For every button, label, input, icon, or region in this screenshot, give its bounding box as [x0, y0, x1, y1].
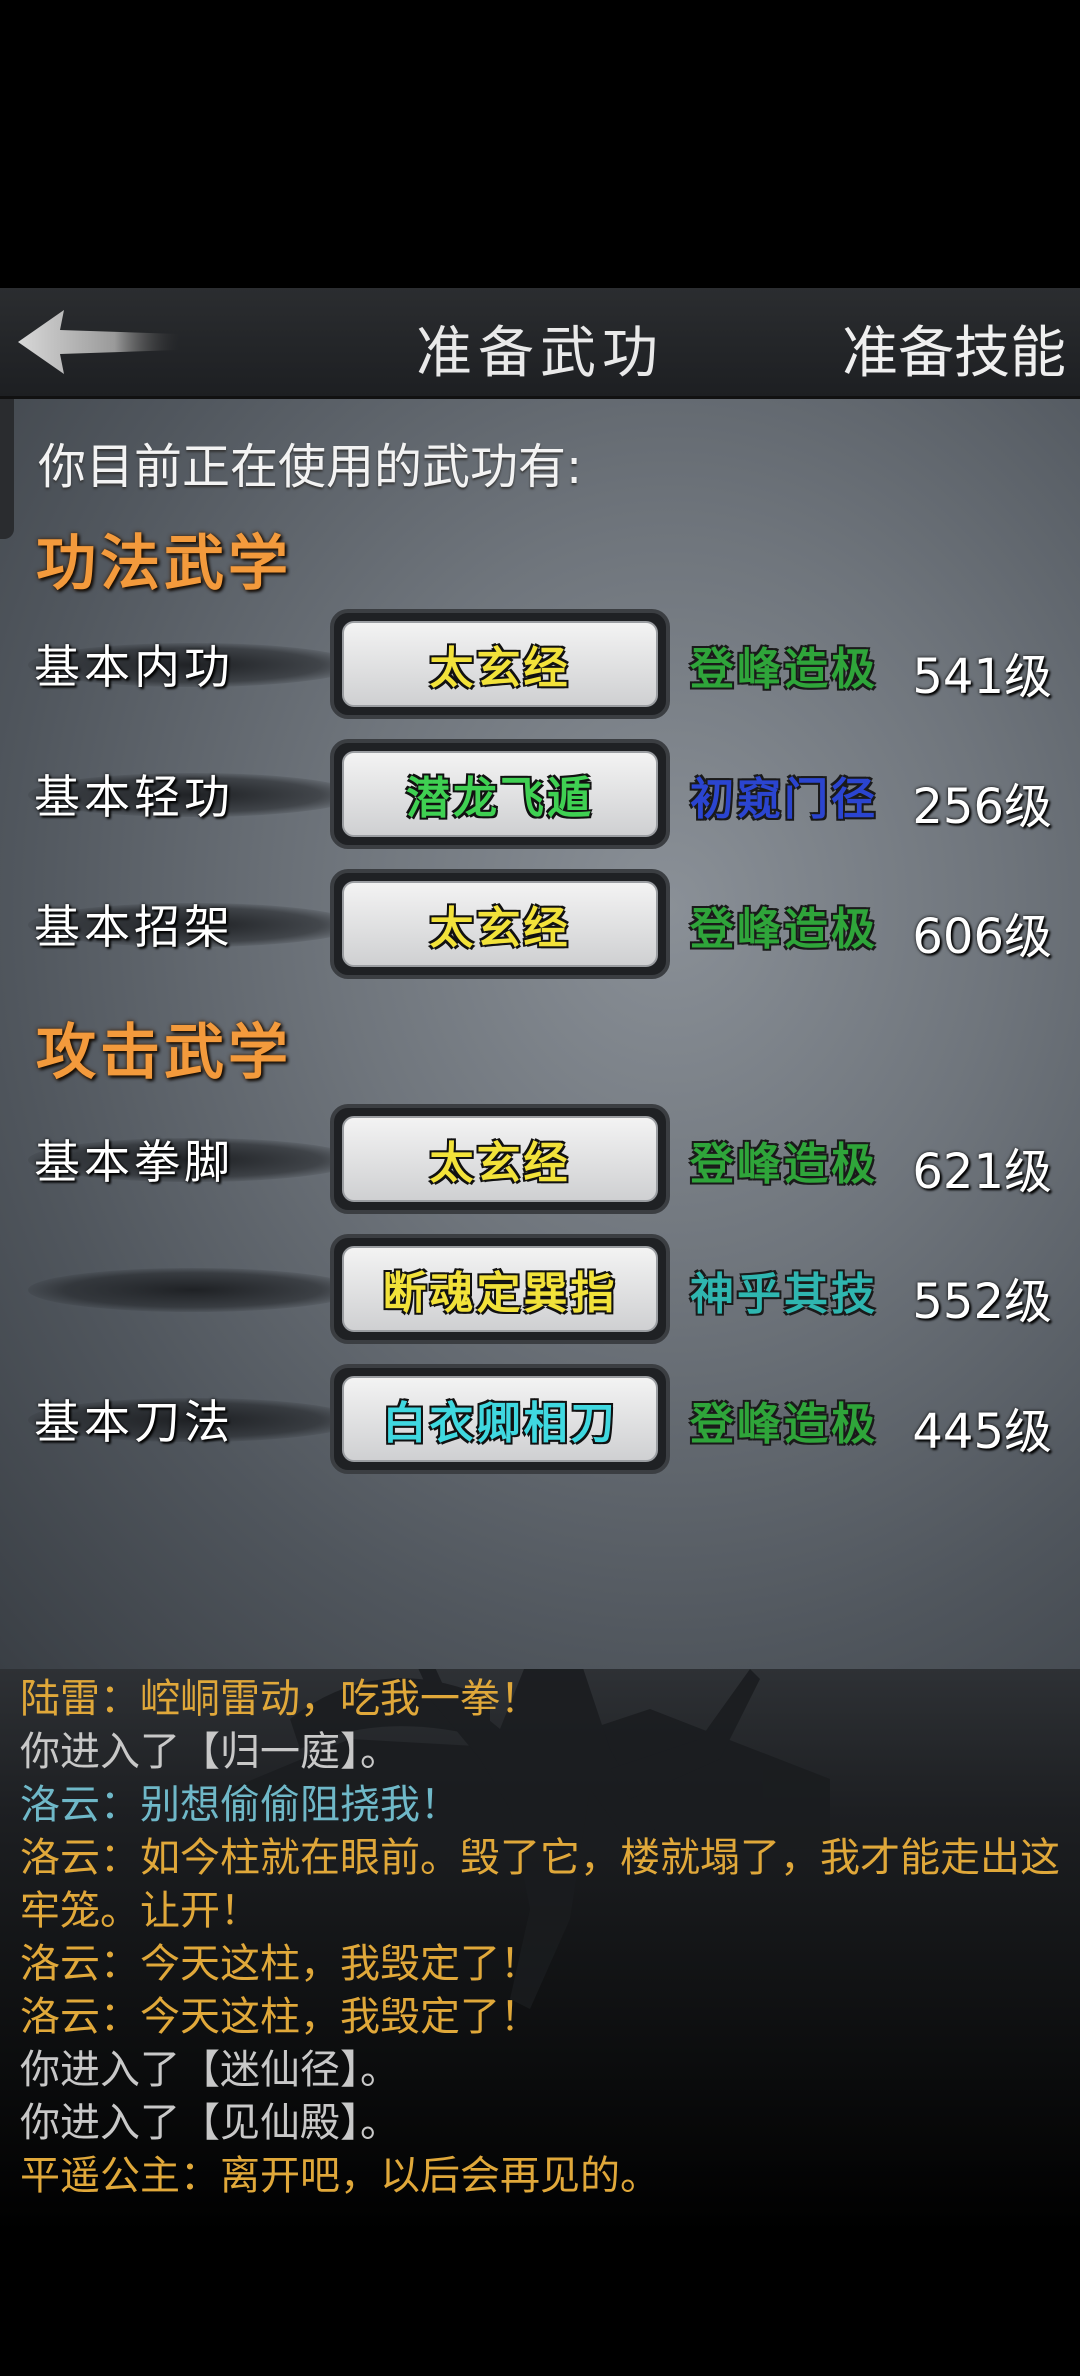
mastery-level: 神乎其技: [690, 1269, 878, 1320]
log-line: 陆雷：崆峒雷动，吃我一拳！: [20, 1676, 540, 1722]
mastery-level: 登峰造极: [690, 1139, 878, 1190]
mastery-level: 登峰造极: [690, 1399, 878, 1450]
skill-button-face: 断魂定巽指: [342, 1246, 658, 1332]
ink-brush-stroke: [28, 1268, 358, 1312]
skill-select-button[interactable]: 太玄经: [330, 1104, 670, 1214]
prepare-skills-button[interactable]: 准备技能: [842, 308, 1066, 389]
skill-level-number: 552级: [912, 1274, 1052, 1330]
log-line: 你进入了【迷仙径】。: [20, 2047, 400, 2093]
skill-select-button[interactable]: 太玄经: [330, 869, 670, 979]
skill-name: 太玄经: [429, 1138, 571, 1189]
log-line: 洛云：别想偷偷阻挠我！: [20, 1782, 460, 1828]
header-bar: 准备武功 准备技能: [0, 288, 1080, 399]
section-title-attack: 攻击武学: [36, 1018, 292, 1088]
skill-row: 基本刀法 白衣卿相刀 登峰造极 445级: [0, 1364, 1080, 1474]
status-bar-area: [0, 0, 1080, 288]
skill-level-number: 445级: [912, 1404, 1052, 1460]
skill-row: 基本内功 太玄经 登峰造极 541级: [0, 609, 1080, 719]
skill-select-button[interactable]: 太玄经: [330, 609, 670, 719]
slot-name: 基本招架: [34, 900, 234, 954]
mastery-level: 登峰造极: [690, 644, 878, 695]
skill-button-face: 太玄经: [342, 1116, 658, 1202]
skill-name: 潜龙飞遁: [406, 773, 594, 824]
skill-button-face: 太玄经: [342, 881, 658, 967]
skill-button-face: 潜龙飞遁: [342, 751, 658, 837]
slot-name: 基本拳脚: [34, 1135, 234, 1189]
skill-row: 基本拳脚 太玄经 登峰造极 621级: [0, 1104, 1080, 1214]
skill-select-button[interactable]: 断魂定巽指: [330, 1234, 670, 1344]
log-line: 洛云：如今柱就在眼前。毁了它，楼就塌了，我才能走出这牢笼。让开！: [20, 1835, 1060, 1934]
slot-name: 基本内功: [34, 640, 234, 694]
skill-button-face: 白衣卿相刀: [342, 1376, 658, 1462]
skill-name: 白衣卿相刀: [382, 1398, 618, 1449]
message-log[interactable]: 陆雷：崆峒雷动，吃我一拳！ 你进入了【归一庭】。 洛云：别想偷偷阻挠我！ 洛云：…: [0, 1669, 1080, 2376]
skill-level-number: 606级: [912, 909, 1052, 965]
skill-name: 太玄经: [429, 643, 571, 694]
skill-name: 太玄经: [429, 903, 571, 954]
skill-button-face: 太玄经: [342, 621, 658, 707]
log-lines: 陆雷：崆峒雷动，吃我一拳！ 你进入了【归一庭】。 洛云：别想偷偷阻挠我！ 洛云：…: [0, 1669, 1080, 2203]
log-line: 洛云：今天这柱，我毁定了！: [20, 1994, 540, 2040]
log-line: 平遥公主：离开吧，以后会再见的。: [20, 2153, 660, 2199]
log-line: 你进入了【归一庭】。: [20, 1729, 400, 1775]
martial-arts-panel: 你目前正在使用的武功有: 功法武学 基本内功 太玄经 登峰造极 541级 基本轻…: [0, 399, 1080, 1669]
log-line: 洛云：今天这柱，我毁定了！: [20, 1941, 540, 1987]
section-title-internal: 功法武学: [36, 529, 292, 599]
skill-row: 基本招架 太玄经 登峰造极 606级: [0, 869, 1080, 979]
mastery-level: 登峰造极: [690, 904, 878, 955]
skill-level-number: 621级: [912, 1144, 1052, 1200]
skill-level-number: 256级: [912, 779, 1052, 835]
panel-edge: [0, 399, 14, 539]
skill-row: 断魂定巽指 神乎其技 552级: [0, 1234, 1080, 1344]
skill-select-button[interactable]: 白衣卿相刀: [330, 1364, 670, 1474]
slot-name: 基本刀法: [34, 1395, 234, 1449]
log-line: 你进入了【见仙殿】。: [20, 2100, 400, 2146]
mastery-level: 初窥门径: [690, 774, 878, 825]
slot-name: 基本轻功: [34, 770, 234, 824]
skill-select-button[interactable]: 潜龙飞遁: [330, 739, 670, 849]
intro-text: 你目前正在使用的武功有:: [38, 439, 583, 495]
skill-name: 断魂定巽指: [382, 1268, 618, 1319]
skill-level-number: 541级: [912, 649, 1052, 705]
skill-row: 基本轻功 潜龙飞遁 初窥门径 256级: [0, 739, 1080, 849]
